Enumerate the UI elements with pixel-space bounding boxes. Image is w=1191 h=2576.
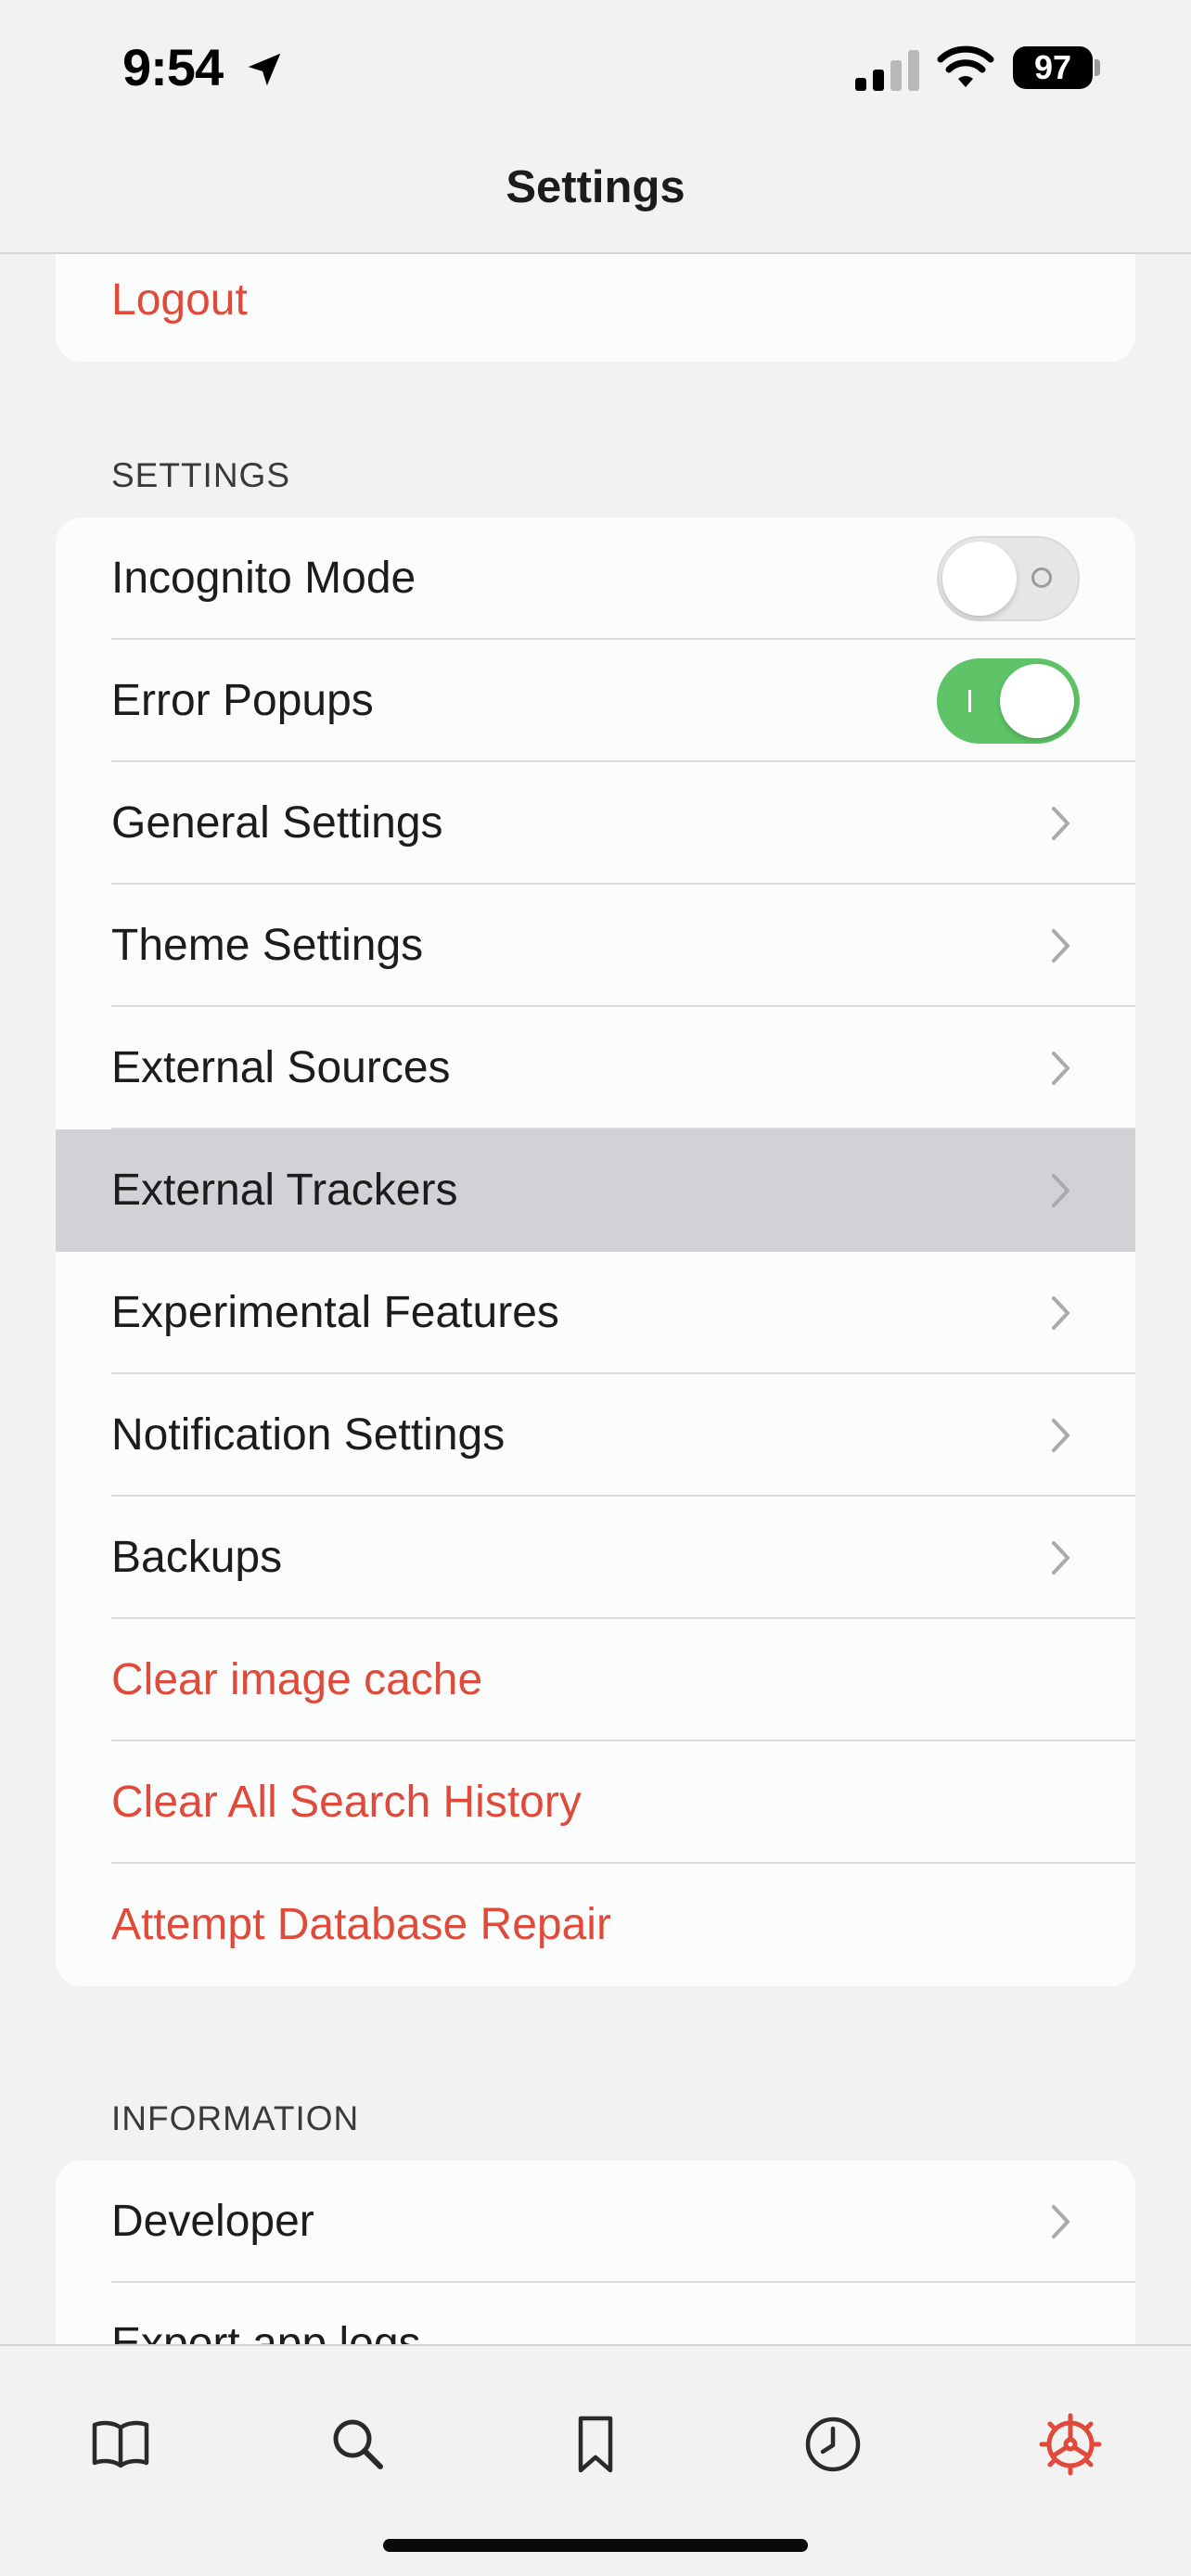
information-item-label: Developer — [111, 2197, 314, 2246]
bookmark-icon[interactable] — [562, 2411, 629, 2478]
information-section-header: INFORMATION — [111, 2099, 360, 2137]
incognito-mode-label: Incognito Mode — [111, 554, 416, 603]
search-icon[interactable] — [325, 2411, 391, 2478]
book-icon[interactable] — [87, 2411, 154, 2478]
settings-item-general-settings[interactable]: General Settings — [56, 762, 1135, 885]
settings-item-experimental-features[interactable]: Experimental Features — [56, 1252, 1135, 1374]
settings-item-label: External Sources — [111, 1043, 451, 1092]
chevron-right-icon — [1052, 1174, 1069, 1207]
settings-item-label: External Trackers — [111, 1166, 458, 1215]
information-item-developer[interactable]: Developer — [56, 2161, 1135, 2283]
cellular-signal-icon — [855, 50, 919, 91]
chevron-right-icon — [1052, 1419, 1069, 1452]
status-time: 9:54 — [122, 38, 224, 96]
logout-button[interactable]: Logout — [111, 254, 248, 362]
account-group: Logout — [56, 254, 1135, 362]
chevron-right-icon — [1052, 1541, 1069, 1575]
chevron-right-icon — [1052, 1052, 1069, 1085]
information-item-export-app-logs[interactable]: Export app logs — [56, 2283, 1135, 2344]
toggle-off-indicator — [1031, 567, 1052, 588]
chevron-right-icon — [1052, 929, 1069, 963]
page-title: Settings — [506, 162, 685, 212]
settings-scroll-view[interactable]: Logout SETTINGS Incognito Mode Error Pop… — [0, 254, 1191, 2344]
battery-indicator: 97 — [1013, 46, 1093, 89]
error-popups-row: Error Popups — [56, 640, 1135, 762]
incognito-mode-row: Incognito Mode — [56, 517, 1135, 640]
action-label: Clear image cache — [111, 1655, 483, 1704]
clear-search-history-button[interactable]: Clear All Search History — [56, 1741, 1135, 1864]
wifi-icon — [937, 45, 994, 87]
battery-tip — [1095, 59, 1100, 76]
information-item-label: Export app logs — [111, 2319, 421, 2344]
settings-item-label: Notification Settings — [111, 1410, 506, 1460]
chevron-right-icon — [1052, 807, 1069, 840]
clock-icon[interactable] — [800, 2411, 866, 2478]
settings-item-label: Backups — [111, 1533, 283, 1582]
toggle-on-indicator — [968, 690, 971, 712]
settings-section-header: SETTINGS — [111, 456, 291, 494]
toggle-knob — [1000, 664, 1074, 738]
status-bar: 9:54 97 — [0, 0, 1191, 139]
settings-item-theme-settings[interactable]: Theme Settings — [56, 885, 1135, 1007]
location-arrow-icon — [248, 53, 281, 86]
incognito-mode-toggle[interactable] — [937, 536, 1080, 621]
gear-icon[interactable] — [1037, 2411, 1104, 2478]
settings-item-external-trackers[interactable]: External Trackers — [56, 1129, 1135, 1252]
settings-item-external-sources[interactable]: External Sources — [56, 1007, 1135, 1129]
logout-row[interactable]: Logout — [56, 254, 1135, 362]
settings-item-backups[interactable]: Backups — [56, 1497, 1135, 1619]
clear-image-cache-button[interactable]: Clear image cache — [56, 1619, 1135, 1741]
settings-group: Incognito Mode Error Popups General Sett… — [56, 517, 1135, 1986]
chevron-right-icon — [1052, 1296, 1069, 1330]
home-indicator — [383, 2539, 808, 2552]
settings-item-label: General Settings — [111, 798, 443, 848]
settings-item-label: Theme Settings — [111, 921, 424, 970]
error-popups-label: Error Popups — [111, 676, 374, 725]
toggle-knob — [942, 542, 1017, 616]
action-label: Clear All Search History — [111, 1778, 582, 1827]
settings-item-label: Experimental Features — [111, 1288, 559, 1337]
settings-item-notification-settings[interactable]: Notification Settings — [56, 1374, 1135, 1497]
information-group: Developer Export app logs — [56, 2161, 1135, 2344]
attempt-database-repair-button[interactable]: Attempt Database Repair — [56, 1864, 1135, 1986]
action-label: Attempt Database Repair — [111, 1900, 611, 1949]
error-popups-toggle[interactable] — [937, 658, 1080, 744]
chevron-right-icon — [1052, 2205, 1069, 2238]
